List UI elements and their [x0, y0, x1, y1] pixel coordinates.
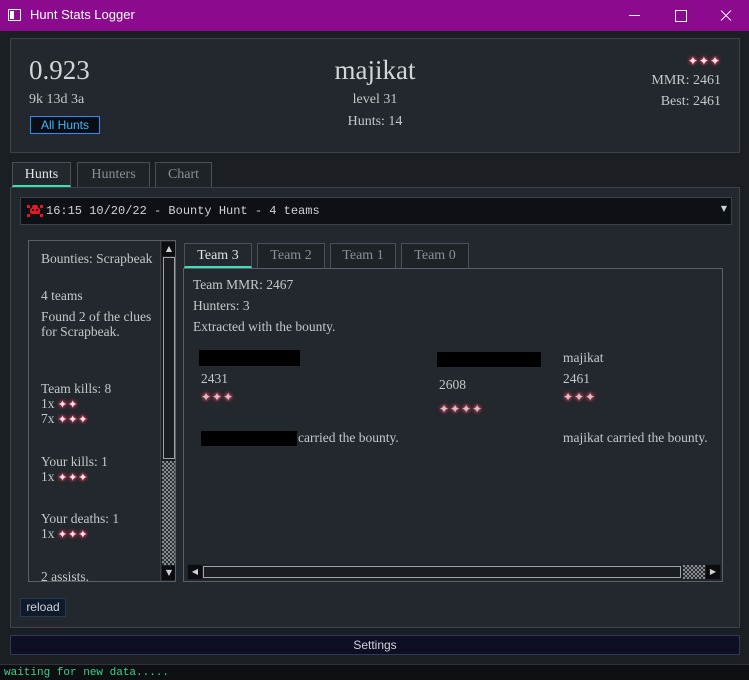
- window-title: Hunt Stats Logger: [30, 7, 135, 22]
- tab-team-2[interactable]: Team 2: [257, 243, 325, 268]
- minimize-button[interactable]: [611, 0, 657, 31]
- player-level: level 31: [352, 92, 398, 107]
- settings-button[interactable]: Settings: [10, 635, 740, 655]
- team-mmr: Team MMR: 2467: [193, 277, 294, 292]
- team-extracted: Extracted with the bounty.: [193, 319, 336, 334]
- hunt-count: Hunts: 14: [347, 114, 403, 129]
- member-name: majikat: [563, 350, 604, 365]
- bounties-text: Bounties: Scrapbeak: [41, 251, 153, 266]
- scroll-down-icon[interactable]: ▼: [162, 566, 175, 580]
- close-button[interactable]: [703, 0, 749, 31]
- scroll-page-area[interactable]: [683, 565, 705, 579]
- your-kills-row: 1x ✦✦✦: [41, 469, 159, 485]
- scroll-left-icon[interactable]: ◀: [188, 565, 202, 579]
- vertical-scrollbar[interactable]: ▲ ▼: [160, 241, 175, 581]
- hunts-panel: 16:15 10/20/22 - Bounty Hunt - 4 teams ▼…: [10, 187, 740, 628]
- stars-icon: ✦✦✦: [57, 471, 89, 484]
- scroll-page-area[interactable]: [162, 461, 175, 565]
- hunt-summary-panel[interactable]: Bounties: Scrapbeak 4 teams Found 2 of t…: [28, 240, 176, 582]
- your-deaths-text: Your deaths: 1: [41, 511, 120, 526]
- reload-button[interactable]: reload: [20, 598, 66, 617]
- stars-icon: ✦✦✦✦: [439, 402, 484, 416]
- teams-text: 4 teams: [41, 288, 83, 303]
- team-details-panel[interactable]: Team MMR: 2467 Hunters: 3 Extracted with…: [183, 268, 723, 582]
- tab-team-0[interactable]: Team 0: [401, 243, 469, 268]
- app-icon: [8, 9, 21, 21]
- title-bar[interactable]: Hunt Stats Logger: [0, 0, 749, 31]
- team-hunters: Hunters: 3: [193, 298, 250, 313]
- carried-bounty-text: majikat carried the bounty.: [563, 430, 708, 445]
- mmr-stars-icon: ✦✦✦: [687, 54, 721, 68]
- skull-icon: [27, 205, 43, 217]
- horizontal-scrollbar[interactable]: ◀ ▶: [187, 564, 721, 580]
- stars-icon: ✦✦✦: [57, 528, 89, 541]
- member-mmr: 2431: [201, 371, 228, 386]
- team-kills-row: 7x ✦✦✦: [41, 411, 159, 427]
- scroll-thumb[interactable]: [163, 257, 175, 459]
- assists-text: 2 assists.: [41, 569, 90, 582]
- stars-icon: ✦✦: [57, 398, 79, 411]
- tab-hunters[interactable]: Hunters: [77, 162, 150, 187]
- redacted-name: [201, 431, 297, 446]
- stars-icon: ✦✦✦: [57, 413, 89, 426]
- kill-count: 7x: [41, 411, 55, 426]
- member-mmr: 2608: [439, 377, 466, 392]
- your-kills-text: Your kills: 1: [41, 454, 108, 469]
- status-bar: waiting for new data.....: [0, 664, 749, 680]
- maximize-button[interactable]: [657, 0, 703, 31]
- death-count: 1x: [41, 526, 55, 541]
- stars-icon: ✦✦✦: [563, 390, 597, 404]
- redacted-name: [199, 350, 300, 366]
- best-mmr: Best: 2461: [660, 94, 721, 109]
- team-kills-row: 1x ✦✦: [41, 396, 159, 412]
- kd-ratio: 0.923: [29, 55, 90, 85]
- stats-header: 0.923 9k 13d 3a All Hunts majikat level …: [10, 38, 740, 153]
- team-kills-text: Team kills: 8: [41, 381, 112, 396]
- scroll-up-icon[interactable]: ▲: [162, 242, 175, 256]
- scroll-thumb[interactable]: [203, 566, 681, 578]
- member-mmr: 2461: [563, 371, 590, 386]
- clues-text: Found 2 of the clues for Scrapbeak.: [41, 309, 152, 339]
- tab-hunts[interactable]: Hunts: [12, 162, 71, 187]
- player-name: majikat: [334, 55, 416, 85]
- stars-icon: ✦✦✦: [201, 390, 235, 404]
- tab-chart[interactable]: Chart: [155, 162, 212, 187]
- tab-team-1[interactable]: Team 1: [330, 243, 396, 268]
- hunt-select-value: 16:15 10/20/22 - Bounty Hunt - 4 teams: [46, 204, 320, 218]
- chevron-down-icon: ▼: [720, 204, 727, 213]
- scroll-right-icon[interactable]: ▶: [706, 565, 720, 579]
- kill-count: 1x: [41, 396, 55, 411]
- redacted-name: [437, 352, 541, 367]
- kill-count: 1x: [41, 469, 55, 484]
- carried-bounty-text: carried the bounty.: [298, 430, 399, 445]
- player-mmr: MMR: 2461: [651, 73, 721, 88]
- your-deaths-row: 1x ✦✦✦: [41, 526, 159, 542]
- tab-team-3[interactable]: Team 3: [184, 243, 252, 268]
- hunt-select[interactable]: 16:15 10/20/22 - Bounty Hunt - 4 teams ▼: [20, 197, 732, 225]
- all-hunts-button[interactable]: All Hunts: [30, 116, 100, 134]
- kda-summary: 9k 13d 3a: [29, 92, 85, 107]
